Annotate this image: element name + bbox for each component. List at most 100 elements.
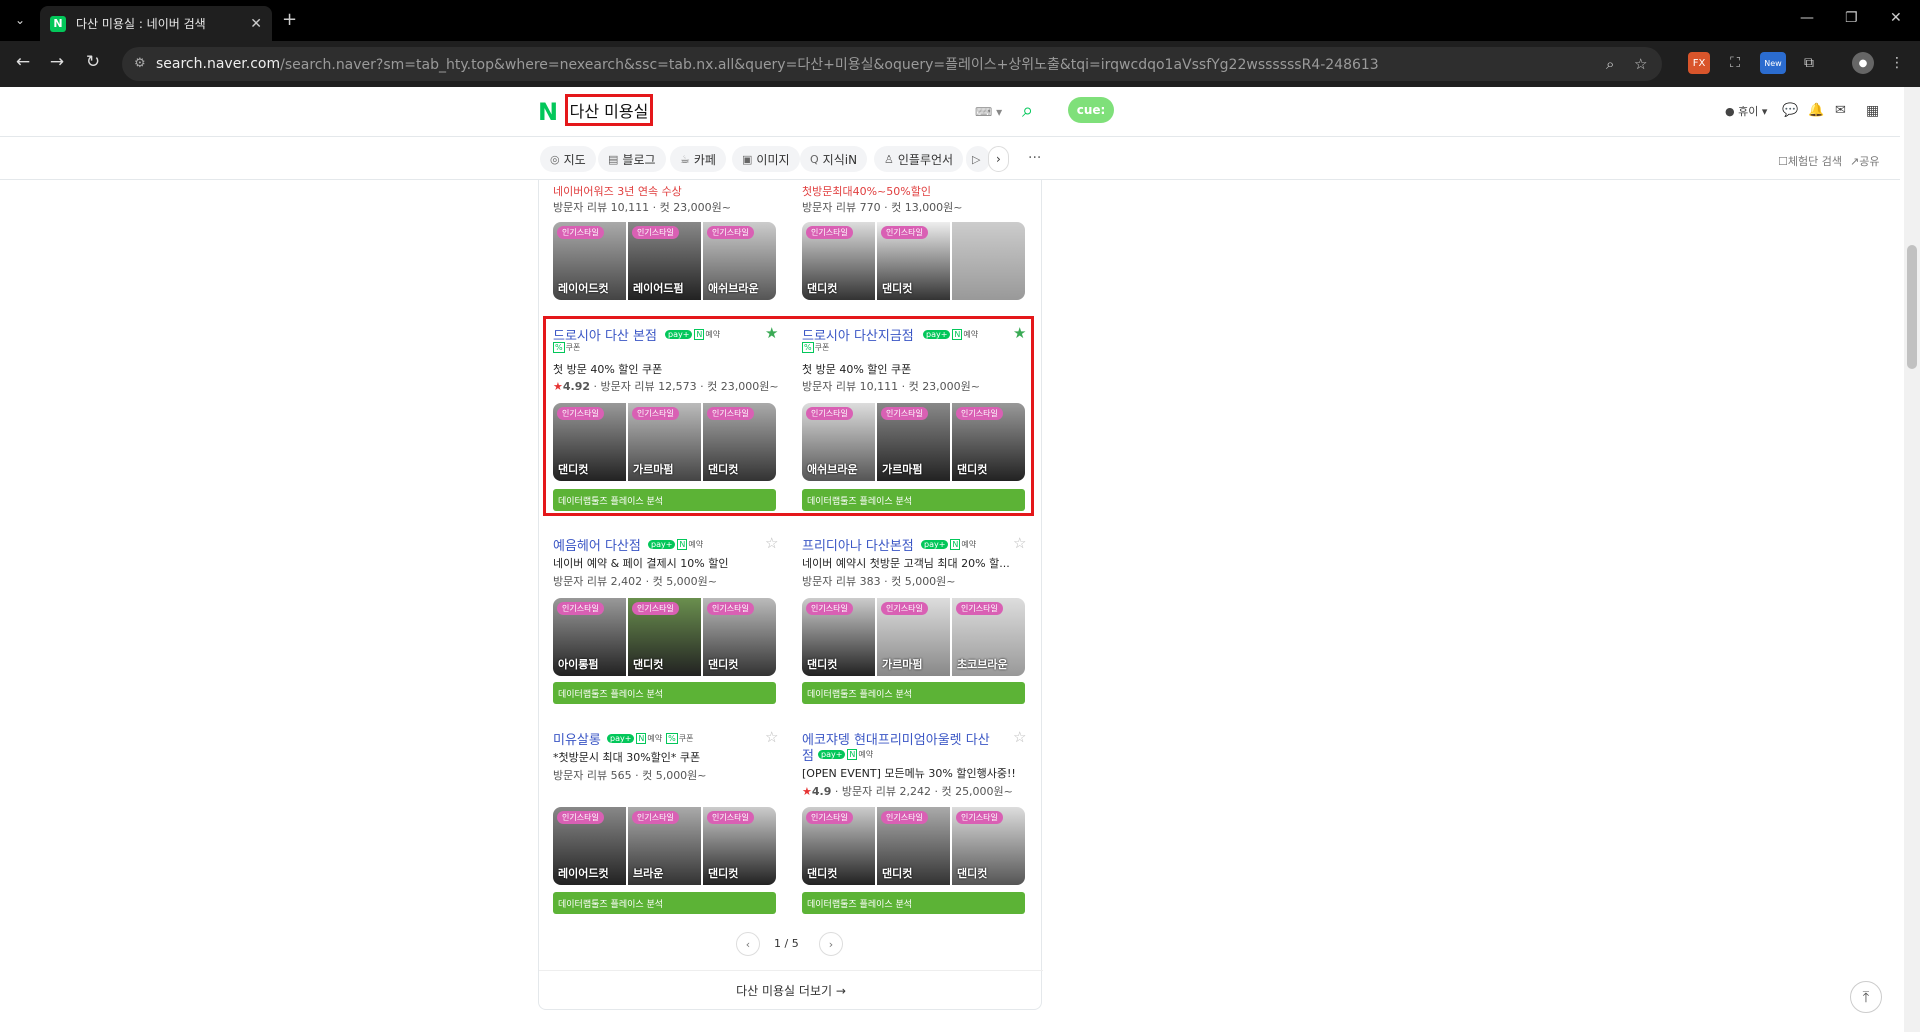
address-bar[interactable]: ⚙ search.naver.com /search.naver?sm=tab_…	[122, 47, 1662, 81]
tab-map[interactable]: ◎ 지도	[540, 146, 596, 172]
thumbnail[interactable]: 인기스타일 댄디컷	[802, 807, 875, 885]
thumbnail[interactable]: 인기스타일 댄디컷	[553, 403, 626, 481]
place-name-cont[interactable]: 점	[802, 745, 814, 764]
more-tabs-icon[interactable]: ···	[1028, 150, 1041, 166]
experience-search-toggle[interactable]: ☐체험단 검색	[1778, 153, 1842, 169]
bookmark-star-icon[interactable]: ☆	[1634, 55, 1647, 73]
thumbnail[interactable]: 인기스타일 애쉬브라운	[703, 222, 776, 300]
tab-close-icon[interactable]: ✕	[250, 16, 262, 32]
browser-toolbar: ← → ↻ ⚙ search.naver.com /search.naver?s…	[0, 41, 1920, 87]
thumbnail[interactable]: 인기스타일 아이롱펌	[553, 598, 626, 676]
save-star-icon[interactable]: ★	[1013, 324, 1026, 342]
thumbnail[interactable]: 인기스타일 댄디컷	[877, 222, 950, 300]
tab-blog[interactable]: ▤ 블로그	[598, 146, 666, 172]
thumbnail[interactable]: 인기스타일 애쉬브라운	[802, 403, 875, 481]
restore-icon[interactable]: ❐	[1845, 10, 1858, 26]
datalab-analysis-button[interactable]: 데이터랩툴즈 플레이스 분석	[802, 892, 1025, 914]
minimize-icon[interactable]: —	[1800, 10, 1814, 26]
thumbnail[interactable]: 인기스타일 댄디컷	[703, 403, 776, 481]
datalab-analysis-button[interactable]: 데이터랩툴즈 플레이스 분석	[553, 489, 776, 511]
place-thumbnails[interactable]: 인기스타일 레이어드컷 인기스타일 브라운 인기스타일 댄디컷	[553, 807, 776, 885]
thumbnail[interactable]: 인기스타일 가르마펌	[877, 403, 950, 481]
thumbnail[interactable]	[952, 222, 1025, 300]
place-thumbnails[interactable]: 인기스타일 애쉬브라운 인기스타일 가르마펌 인기스타일 댄디컷	[802, 403, 1025, 481]
thumbnail[interactable]: 인기스타일 댄디컷	[802, 598, 875, 676]
place-thumbnails[interactable]: 인기스타일 댄디컷 인기스타일 댄디컷 인기스타일 댄디컷	[802, 807, 1025, 885]
thumbnail[interactable]: 인기스타일 초코브라운	[952, 598, 1025, 676]
thumbnail[interactable]: 인기스타일 댄디컷	[877, 807, 950, 885]
thumbnail[interactable]: 인기스타일 댄디컷	[952, 403, 1025, 481]
thumbnail[interactable]: 인기스타일 레이어드컷	[553, 807, 626, 885]
place-thumbnails[interactable]: 인기스타일 댄디컷 인기스타일 댄디컷	[802, 222, 1025, 300]
datalab-analysis-button[interactable]: 데이터랩툴즈 플레이스 분석	[553, 682, 776, 704]
place-name[interactable]: 예음헤어 다산점	[553, 535, 641, 554]
next-page-button[interactable]: ›	[819, 932, 843, 956]
place-meta: ★4.92 · 방문자 리뷰 12,573 · 컷 23,000원~	[553, 380, 779, 393]
scrollbar-thumb[interactable]	[1907, 245, 1917, 369]
tab-cafe[interactable]: ☕ 카페	[670, 146, 726, 172]
tab-kin[interactable]: Q 지식iN	[800, 146, 868, 172]
naver-logo[interactable]: N	[538, 100, 558, 124]
extension-fx-icon[interactable]: FX	[1688, 52, 1710, 74]
thumbnail[interactable]: 인기스타일 레이어드컷	[553, 222, 626, 300]
user-menu[interactable]: ● 휴이 ▾	[1725, 103, 1767, 119]
tab-video[interactable]: ▷	[966, 146, 991, 172]
place-thumbnails[interactable]: 인기스타일 레이어드컷 인기스타일 레이어드펌 인기스타일 애쉬브라운	[553, 222, 776, 300]
place-name[interactable]: 프리디아나 다산본점	[802, 535, 914, 554]
forward-icon[interactable]: →	[46, 52, 68, 72]
chrome-menu-icon[interactable]: ⋮	[1886, 52, 1908, 74]
save-star-icon[interactable]: ☆	[765, 728, 778, 746]
reload-icon[interactable]: ↻	[82, 52, 104, 72]
place-name[interactable]: 미유살롱	[553, 729, 601, 748]
save-star-icon[interactable]: ☆	[1013, 534, 1026, 552]
keyboard-icon[interactable]: ⌨ ▾	[975, 105, 1002, 119]
tab-search-dropdown-icon[interactable]: ⌄	[8, 8, 32, 32]
tab-label: 카페	[693, 152, 716, 167]
back-icon[interactable]: ←	[12, 52, 34, 72]
tab-image[interactable]: ▣ 이미지	[732, 146, 800, 172]
place-thumbnails[interactable]: 인기스타일 댄디컷 인기스타일 가르마펌 인기스타일 초코브라운	[802, 598, 1025, 676]
tabs-next-button[interactable]: ›	[988, 146, 1009, 172]
thumbnail[interactable]: 인기스타일 댄디컷	[703, 598, 776, 676]
kin-icon: Q	[810, 152, 819, 166]
scroll-to-top-button[interactable]: ⤒	[1850, 981, 1882, 1013]
thumbnail[interactable]: 인기스타일 가르마펌	[628, 403, 701, 481]
datalab-analysis-button[interactable]: 데이터랩툴즈 플레이스 분석	[802, 682, 1025, 704]
profile-avatar-icon[interactable]: ●	[1852, 52, 1874, 74]
talk-icon[interactable]: 💬	[1782, 103, 1798, 118]
place-thumbnails[interactable]: 인기스타일 아이롱펌 인기스타일 댄디컷 인기스타일 댄디컷	[553, 598, 776, 676]
thumbnail[interactable]: 인기스타일 브라운	[628, 807, 701, 885]
place-thumbnails[interactable]: 인기스타일 댄디컷 인기스타일 가르마펌 인기스타일 댄디컷	[553, 403, 776, 481]
datalab-analysis-button[interactable]: 데이터랩툴즈 플레이스 분석	[802, 489, 1025, 511]
zoom-icon[interactable]: ⌕	[1606, 55, 1614, 73]
more-results-link[interactable]: 다산 미용실 더보기 →	[539, 970, 1043, 1010]
place-name[interactable]: 에코쟈뎅 현대프리미엄아울렛 다산	[802, 729, 990, 748]
screenshot-extension-icon[interactable]: ⛶	[1724, 52, 1746, 74]
share-button[interactable]: ↗공유	[1850, 153, 1879, 169]
apps-grid-icon[interactable]: ▦	[1866, 103, 1879, 119]
thumbnail[interactable]: 인기스타일 댄디컷	[802, 222, 875, 300]
bell-icon[interactable]: 🔔	[1808, 103, 1824, 118]
new-tab-icon[interactable]: +	[282, 9, 297, 30]
browser-tab-active[interactable]: N 다산 미용실 : 네이버 검색 ✕	[40, 6, 272, 41]
mail-icon[interactable]: ✉	[1835, 103, 1846, 118]
search-query-input[interactable]: 다산 미용실	[565, 94, 653, 126]
prev-page-button[interactable]: ‹	[736, 932, 760, 956]
thumbnail[interactable]: 인기스타일 댄디컷	[628, 598, 701, 676]
save-star-icon[interactable]: ☆	[765, 534, 778, 552]
save-star-icon[interactable]: ☆	[1013, 728, 1026, 746]
thumbnail[interactable]: 인기스타일 가르마펌	[877, 598, 950, 676]
site-info-icon[interactable]: ⚙	[134, 56, 146, 71]
save-star-icon[interactable]: ★	[765, 324, 778, 342]
close-window-icon[interactable]: ✕	[1890, 10, 1902, 26]
page-scrollbar[interactable]	[1904, 87, 1920, 1032]
extension-new-icon[interactable]: New	[1760, 52, 1786, 74]
thumbnail[interactable]: 인기스타일 댄디컷	[703, 807, 776, 885]
thumbnail[interactable]: 인기스타일 댄디컷	[952, 807, 1025, 885]
extensions-puzzle-icon[interactable]: ⧉	[1798, 52, 1820, 74]
cue-button[interactable]: cue:	[1068, 97, 1114, 123]
tab-influencer[interactable]: ♙ 인플루언서	[874, 146, 964, 172]
thumbnail[interactable]: 인기스타일 레이어드펌	[628, 222, 701, 300]
search-icon[interactable]: ⌕	[1022, 98, 1033, 122]
datalab-analysis-button[interactable]: 데이터랩툴즈 플레이스 분석	[553, 892, 776, 914]
